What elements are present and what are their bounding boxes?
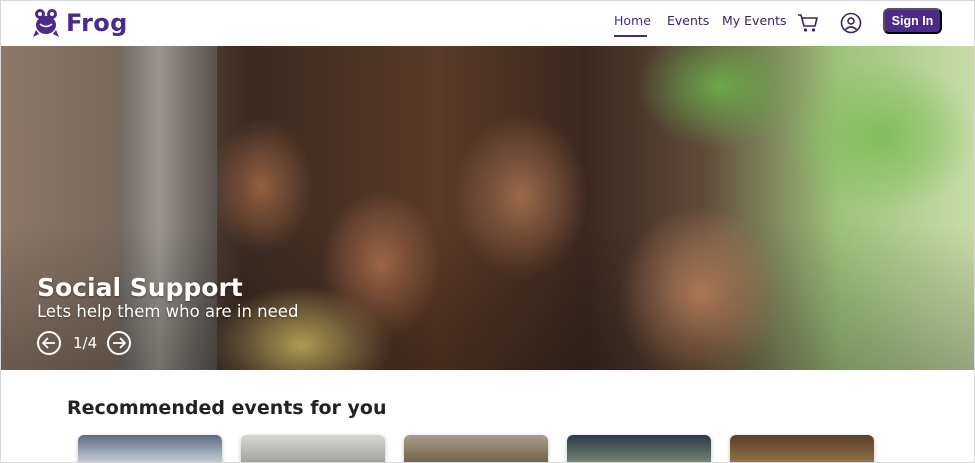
nav-events[interactable]: Events	[667, 13, 709, 28]
cart-button[interactable]	[796, 11, 820, 35]
account-button[interactable]	[839, 11, 863, 35]
arrow-right-circle-icon	[113, 337, 126, 349]
recommended-title: Recommended events for you	[67, 397, 387, 419]
recommended-events-row	[1, 435, 974, 462]
hero-subtitle: Lets help them who are in need	[37, 302, 299, 321]
user-circle-icon	[840, 12, 862, 34]
hero-overlay	[1, 46, 974, 370]
nav-active-indicator	[614, 35, 647, 37]
brand-name: Frog	[66, 9, 128, 37]
event-card[interactable]	[404, 435, 548, 462]
cart-icon	[798, 14, 818, 32]
arrow-left-circle-icon	[42, 337, 55, 349]
hero-title: Social Support	[37, 273, 243, 302]
carousel-counter: 1/4	[73, 334, 98, 352]
sign-in-button[interactable]: Sign In	[883, 8, 942, 34]
hero-carousel: Social Support Lets help them who are in…	[1, 46, 974, 370]
event-card[interactable]	[78, 435, 222, 462]
nav-my-events[interactable]: My Events	[722, 13, 786, 28]
page: Frog Home Events My Events Sign In Socia…	[0, 0, 975, 463]
carousel-next-button[interactable]	[107, 331, 131, 355]
nav-home[interactable]: Home	[614, 13, 651, 28]
carousel-prev-button[interactable]	[37, 331, 61, 355]
brand-logo[interactable]: Frog	[32, 7, 128, 39]
event-card[interactable]	[567, 435, 711, 462]
event-card[interactable]	[241, 435, 385, 462]
top-navbar: Frog Home Events My Events Sign In	[1, 1, 974, 45]
frog-icon	[33, 9, 59, 37]
event-card[interactable]	[730, 435, 874, 462]
